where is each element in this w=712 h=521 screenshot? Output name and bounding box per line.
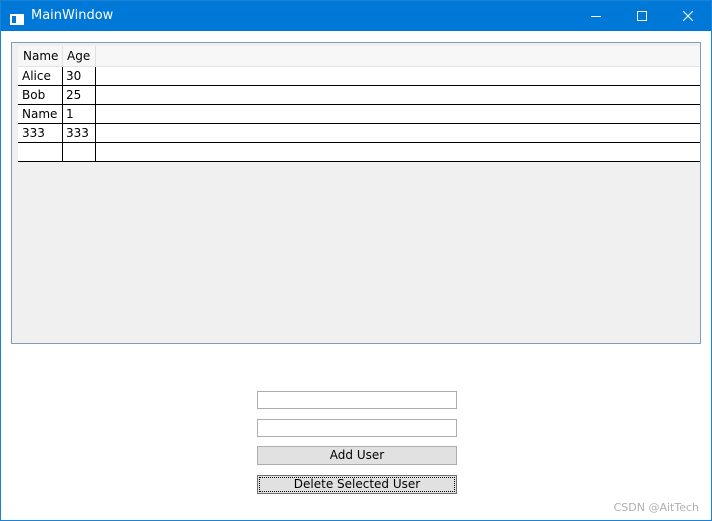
name-input[interactable] <box>257 391 457 409</box>
cell-name[interactable]: 333 <box>18 124 62 142</box>
cell-name[interactable]: Alice <box>18 67 62 85</box>
delete-button-label: Delete Selected User <box>293 477 421 491</box>
cell-age[interactable] <box>62 143 95 161</box>
delete-selected-user-button[interactable]: Delete Selected User <box>257 475 457 494</box>
add-user-button[interactable]: Add User <box>257 446 457 465</box>
new-item-row[interactable] <box>18 143 700 162</box>
add-user-button-label: Add User <box>329 448 385 462</box>
users-data-grid[interactable]: Name Age Alice 30 Bob 25 Name 1 333 333 <box>11 42 701 344</box>
column-header-name[interactable]: Name <box>18 46 62 66</box>
grid-header: Name Age <box>18 46 700 67</box>
cell-divider <box>95 124 96 142</box>
table-row[interactable]: Name 1 <box>18 105 700 124</box>
table-row[interactable]: Alice 30 <box>18 67 700 86</box>
minimize-button[interactable] <box>573 1 619 31</box>
cell-divider <box>95 143 96 161</box>
window-app-icon <box>10 10 24 25</box>
cell-age[interactable]: 333 <box>62 124 95 142</box>
cell-age[interactable]: 1 <box>62 105 95 123</box>
close-icon <box>683 11 693 21</box>
cell-divider <box>95 86 96 104</box>
table-row[interactable]: 333 333 <box>18 124 700 143</box>
table-row[interactable]: Bob 25 <box>18 86 700 105</box>
cell-age[interactable]: 30 <box>62 67 95 85</box>
main-window: MainWindow Name Age Alice 30 Bob 25 Name… <box>0 0 712 521</box>
column-divider[interactable] <box>95 46 96 66</box>
watermark-text: CSDN @AitTech <box>613 501 699 514</box>
window-title: MainWindow <box>31 8 114 23</box>
column-header-age[interactable]: Age <box>62 46 95 66</box>
cell-divider <box>95 67 96 85</box>
maximize-button[interactable] <box>619 1 665 31</box>
cell-name[interactable]: Name <box>18 105 62 123</box>
cell-divider <box>95 105 96 123</box>
cell-age[interactable]: 25 <box>62 86 95 104</box>
age-input[interactable] <box>257 419 457 437</box>
maximize-icon <box>637 11 647 21</box>
cell-name[interactable] <box>18 143 62 161</box>
cell-name[interactable]: Bob <box>18 86 62 104</box>
title-bar[interactable]: MainWindow <box>1 1 711 31</box>
close-button[interactable] <box>665 1 711 31</box>
minimize-icon <box>591 16 601 17</box>
